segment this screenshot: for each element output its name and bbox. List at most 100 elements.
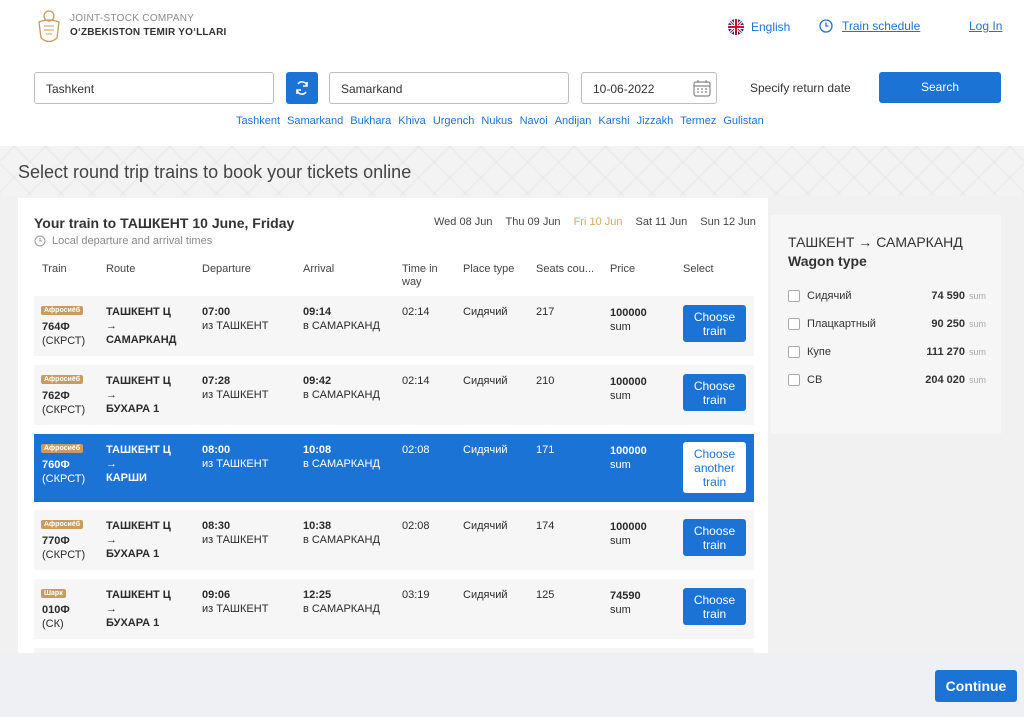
wagon-price: 90 250 sum bbox=[931, 318, 986, 330]
wagon-type-heading: Wagon type bbox=[788, 253, 867, 269]
city-link[interactable]: Tashkent bbox=[236, 115, 280, 127]
choose-train-button[interactable]: Choose train bbox=[683, 588, 746, 625]
train-number: 010Ф bbox=[42, 604, 70, 616]
city-link[interactable]: Gulistan bbox=[723, 115, 763, 127]
arrival-time: 12:25 bbox=[303, 589, 332, 601]
date-tab-active[interactable]: Fri 10 Jun bbox=[574, 216, 623, 228]
choose-train-button[interactable]: Choose train bbox=[683, 374, 746, 411]
route-to: БУХАРА 1 bbox=[106, 548, 160, 560]
language-switch[interactable]: English bbox=[728, 19, 790, 35]
date-tab[interactable]: Thu 09 Jun bbox=[506, 216, 561, 228]
place-type: Сидячий bbox=[463, 520, 508, 532]
language-label: English bbox=[751, 20, 791, 34]
city-link[interactable]: Navoi bbox=[520, 115, 548, 127]
col-place-type: Place type bbox=[463, 263, 515, 275]
arrival: 09:42 в САМАРКАНД bbox=[303, 374, 380, 402]
local-time-label: Local departure and arrival times bbox=[52, 235, 213, 247]
arrival-place: в САМАРКАНД bbox=[303, 389, 380, 401]
train-brand-badge: Шарк bbox=[41, 589, 66, 598]
city-link[interactable]: Nukus bbox=[481, 115, 512, 127]
duration: 02:08 bbox=[402, 444, 430, 456]
wagon-checkbox[interactable] bbox=[788, 290, 800, 302]
login-link[interactable]: Log In bbox=[969, 19, 1002, 33]
table-row-selected[interactable]: Афросиёб 760Ф (СКРСТ) ТАШКЕНТ Ц → КАРШИ … bbox=[34, 434, 754, 502]
wagon-checkbox[interactable] bbox=[788, 318, 800, 330]
departure: 08:00 из ТАШКЕНТ bbox=[202, 443, 268, 471]
train-number: 760Ф bbox=[42, 459, 70, 471]
price-currency: sum bbox=[610, 321, 631, 333]
city-link[interactable]: Andijan bbox=[555, 115, 592, 127]
arrival-time: 10:38 bbox=[303, 520, 332, 532]
duration: 03:19 bbox=[402, 589, 430, 601]
price-value: 74590 bbox=[610, 590, 641, 602]
table-row[interactable]: Афросиёб 770Ф (СКРСТ) ТАШКЕНТ Ц → БУХАРА… bbox=[34, 510, 754, 570]
wagon-option[interactable]: Сидячий 74 590 sum bbox=[788, 290, 986, 304]
route-arrow: → bbox=[106, 320, 117, 332]
return-date-toggle[interactable]: Specify return date bbox=[750, 81, 851, 95]
wagon-option[interactable]: Купе 111 270 sum bbox=[788, 346, 986, 360]
city-link[interactable]: Bukhara bbox=[350, 115, 391, 127]
route: ТАШКЕНТ Ц → БУХАРА 1 bbox=[106, 588, 196, 630]
table-row[interactable]: Афросиёб 764Ф (СКРСТ) ТАШКЕНТ Ц → САМАРК… bbox=[34, 296, 754, 356]
to-station-input[interactable]: Samarkand bbox=[329, 72, 569, 104]
departure: 08:30 из ТАШКЕНТ bbox=[202, 519, 268, 547]
departure: 07:28 из ТАШКЕНТ bbox=[202, 374, 268, 402]
table-row[interactable]: Афросиёб 762Ф (СКРСТ) ТАШКЕНТ Ц → БУХАРА… bbox=[34, 365, 754, 425]
wagon-price: 111 270 sum bbox=[926, 346, 986, 358]
route: ТАШКЕНТ Ц → БУХАРА 1 bbox=[106, 519, 196, 561]
departure-place: из ТАШКЕНТ bbox=[202, 389, 269, 401]
local-time-note: Local departure and arrival times bbox=[34, 235, 212, 247]
date-tab[interactable]: Wed 08 Jun bbox=[434, 216, 493, 228]
date-tab[interactable]: Sat 11 Jun bbox=[635, 216, 687, 228]
arrival: 09:14 в САМАРКАНД bbox=[303, 305, 380, 333]
train-number: 762Ф bbox=[42, 390, 70, 402]
train-schedule-link[interactable]: Train schedule bbox=[819, 19, 920, 33]
calendar-icon[interactable] bbox=[693, 79, 711, 97]
continue-button[interactable]: Continue bbox=[935, 670, 1017, 702]
wagon-checkbox[interactable] bbox=[788, 374, 800, 386]
price: 100000 sum bbox=[610, 444, 647, 472]
city-link[interactable]: Samarkand bbox=[287, 115, 343, 127]
route-to: БУХАРА 1 bbox=[106, 617, 160, 629]
swap-icon bbox=[296, 81, 308, 95]
arrival: 10:38 в САМАРКАНД bbox=[303, 519, 380, 547]
wagon-option[interactable]: СВ 204 020 sum bbox=[788, 374, 986, 388]
seats-count: 171 bbox=[536, 444, 555, 456]
table-row[interactable]: Шарк 010Ф (СК) ТАШКЕНТ Ц → БУХАРА 1 09:0… bbox=[34, 579, 754, 639]
price-value: 100000 bbox=[610, 307, 647, 319]
company-logo-icon[interactable] bbox=[34, 8, 64, 46]
train-category: (СКРСТ) bbox=[42, 335, 86, 347]
arrival-time: 10:08 bbox=[303, 444, 332, 456]
city-link[interactable]: Termez bbox=[680, 115, 716, 127]
seats-count: 217 bbox=[536, 306, 555, 318]
city-link[interactable]: Jizzakh bbox=[637, 115, 674, 127]
wagon-checkbox[interactable] bbox=[788, 346, 800, 358]
wagon-route-title: ТАШКЕНТ → САМАРКАНД bbox=[788, 234, 963, 250]
city-link[interactable]: Urgench bbox=[433, 115, 475, 127]
swap-stations-button[interactable] bbox=[286, 72, 318, 104]
top-header: JOINT-STOCK COMPANY O‘ZBEKISTON TEMIR YO… bbox=[0, 0, 1024, 56]
train-category: (СК) bbox=[42, 618, 64, 630]
choose-train-button[interactable]: Choose train bbox=[683, 305, 746, 342]
price-value: 100000 bbox=[610, 521, 647, 533]
from-station-input[interactable]: Tashkent bbox=[34, 72, 274, 104]
choose-train-button[interactable]: Choose train bbox=[683, 519, 746, 556]
date-tab[interactable]: Sun 12 Jun bbox=[700, 216, 756, 228]
wagon-option[interactable]: Плацкартный 90 250 sum bbox=[788, 318, 986, 332]
departure-time: 09:06 bbox=[202, 589, 231, 601]
choose-another-train-button[interactable]: Choose another train bbox=[683, 442, 746, 493]
train-category: (СКРСТ) bbox=[42, 549, 86, 561]
wagon-price: 204 020 sum bbox=[925, 374, 986, 386]
train-brand-badge: Афросиёб bbox=[41, 375, 84, 384]
price-value: 100000 bbox=[610, 445, 647, 457]
route-to: БУХАРА 1 bbox=[106, 403, 160, 415]
departure: 07:00 из ТАШКЕНТ bbox=[202, 305, 268, 333]
place-type: Сидячий bbox=[463, 589, 508, 601]
clock-icon bbox=[34, 235, 46, 247]
city-link[interactable]: Karshi bbox=[598, 115, 629, 127]
train-number: 770Ф bbox=[42, 535, 70, 547]
search-button[interactable]: Search bbox=[879, 72, 1001, 103]
city-link[interactable]: Khiva bbox=[398, 115, 426, 127]
wagon-name: Сидячий bbox=[807, 290, 852, 302]
place-type: Сидячий bbox=[463, 375, 508, 387]
